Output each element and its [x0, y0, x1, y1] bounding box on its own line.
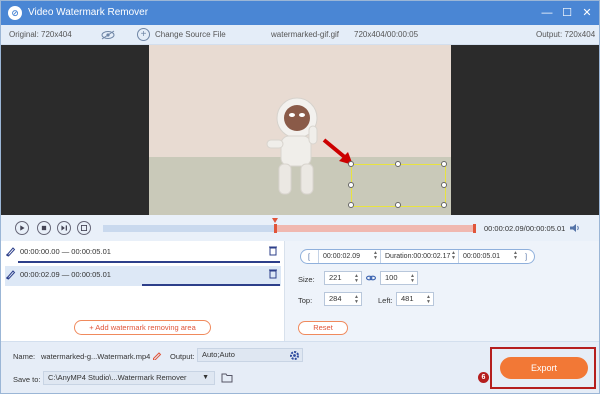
- output-resolution: Output: 720x404: [536, 30, 596, 39]
- clip-time-range: 00:00:00.00 — 00:00:05.01: [20, 247, 111, 256]
- original-resolution: Original: 720x404: [9, 30, 72, 39]
- footer-bar: Name: watermarked-g...Watermark.mp4 Outp…: [1, 341, 599, 393]
- name-label: Name:: [13, 352, 36, 361]
- range-close-bracket[interactable]: ]: [525, 252, 527, 261]
- spinner-arrows-icon[interactable]: ▲ ▼: [451, 251, 456, 261]
- next-frame-icon[interactable]: [57, 221, 71, 235]
- playhead-marker[interactable]: [272, 218, 278, 223]
- save-path-field[interactable]: C:\AnyMP4 Studio\...Watermark Remover ▼: [43, 371, 215, 385]
- start-time-value: 00:00:02.09: [323, 253, 360, 260]
- resize-handle[interactable]: [395, 161, 401, 167]
- brush-icon: [6, 270, 16, 280]
- chevron-down-icon[interactable]: ▼: [202, 372, 209, 384]
- minimize-button[interactable]: —: [539, 5, 555, 21]
- add-watermark-area-button[interactable]: + Add watermark removing area: [74, 320, 211, 335]
- watermark-selection-box[interactable]: [348, 161, 447, 208]
- height-value: 100: [385, 273, 398, 282]
- clip-progress-bar: [18, 261, 280, 263]
- spinner-arrows-icon[interactable]: ▲ ▼: [354, 295, 359, 305]
- source-filename: watermarked-gif.gif: [271, 30, 340, 39]
- output-format-field[interactable]: Auto;Auto: [197, 348, 303, 362]
- clip-progress-bar: [142, 284, 280, 286]
- width-input[interactable]: 221 ▲ ▼: [324, 271, 362, 285]
- delete-icon[interactable]: [268, 268, 278, 279]
- edit-name-icon[interactable]: [152, 350, 162, 360]
- video-preview: [1, 45, 599, 215]
- clip-item[interactable]: 00:00:02.09 — 00:00:05.01: [5, 266, 281, 286]
- spinner-arrows-icon[interactable]: ▲ ▼: [373, 251, 378, 261]
- folder-icon[interactable]: [221, 372, 233, 383]
- output-filename: watermarked-g...Watermark.mp4: [41, 352, 151, 361]
- save-path-value: C:\AnyMP4 Studio\...Watermark Remover: [48, 373, 187, 382]
- link-aspect-icon[interactable]: [366, 273, 376, 283]
- resize-handle[interactable]: [348, 202, 354, 208]
- resize-handle[interactable]: [441, 182, 447, 188]
- clip-item[interactable]: 00:00:00.00 — 00:00:05.01: [5, 243, 281, 263]
- time-range-control: [ 00:00:02.09 ▲ ▼ Duration:00:00:02.17 ▲ ▼ 0…: [300, 249, 535, 264]
- width-value: 221: [329, 273, 342, 282]
- add-source-icon[interactable]: +: [137, 28, 150, 41]
- brush-icon: [6, 247, 16, 257]
- settings-panel: [ 00:00:02.09 ▲ ▼ Duration:00:00:02.17 ▲ ▼ 0…: [286, 241, 599, 341]
- video-frame: [149, 45, 451, 215]
- volume-icon[interactable]: [569, 223, 581, 233]
- timeline-bar: 00:00:02.09/00:00:05.01: [1, 215, 599, 241]
- resize-handle[interactable]: [441, 202, 447, 208]
- end-time-input[interactable]: 00:00:05.01 ▲ ▼: [458, 250, 520, 263]
- size-label: Size:: [298, 275, 315, 284]
- resize-handle[interactable]: [441, 161, 447, 167]
- eye-toggle-icon[interactable]: [101, 30, 115, 40]
- top-value: 284: [329, 294, 342, 303]
- app-window: ⊘ Video Watermark Remover — ☐ ✕ Original…: [0, 0, 600, 394]
- top-input[interactable]: 284 ▲ ▼: [324, 292, 362, 306]
- stop-icon[interactable]: [37, 221, 51, 235]
- close-button[interactable]: ✕: [579, 5, 595, 21]
- left-label: Left:: [378, 296, 393, 305]
- delete-icon[interactable]: [268, 245, 278, 256]
- playback-time: 00:00:02.09/00:00:05.01: [484, 224, 566, 233]
- loop-icon[interactable]: [77, 221, 91, 235]
- export-button[interactable]: Export: [500, 357, 588, 379]
- add-watermark-area-label: Add watermark removing area: [95, 323, 196, 332]
- title-bar: ⊘ Video Watermark Remover — ☐ ✕: [1, 1, 599, 25]
- resize-handle[interactable]: [348, 161, 354, 167]
- output-format-value: Auto;Auto: [202, 350, 235, 359]
- range-start-handle[interactable]: [274, 224, 277, 233]
- end-time-value: 00:00:05.01: [463, 253, 500, 260]
- save-to-label: Save to:: [13, 375, 41, 384]
- left-input[interactable]: 481 ▲ ▼: [396, 292, 434, 306]
- maximize-button[interactable]: ☐: [559, 5, 575, 21]
- spinner-arrows-icon[interactable]: ▲ ▼: [513, 251, 518, 261]
- resize-handle[interactable]: [395, 202, 401, 208]
- clip-time-range: 00:00:02.09 — 00:00:05.01: [20, 270, 111, 279]
- selected-range[interactable]: [274, 224, 476, 233]
- duration-input[interactable]: Duration:00:00:02.17 ▲ ▼: [380, 250, 458, 263]
- change-source-link[interactable]: Change Source File: [155, 30, 226, 39]
- info-bar: Original: 720x404 + Change Source File w…: [1, 25, 599, 45]
- step-badge: 6: [478, 372, 489, 383]
- height-input[interactable]: 100 ▲ ▼: [380, 271, 418, 285]
- spinner-arrows-icon[interactable]: ▲ ▼: [354, 274, 359, 284]
- output-label: Output:: [170, 352, 195, 361]
- start-time-input[interactable]: 00:00:02.09 ▲ ▼: [318, 250, 380, 263]
- resize-handle[interactable]: [348, 182, 354, 188]
- app-title: Video Watermark Remover: [28, 7, 149, 18]
- gear-icon[interactable]: [289, 350, 300, 361]
- timeline-track[interactable]: [103, 224, 476, 233]
- export-highlight-frame: Export: [490, 347, 596, 389]
- play-icon[interactable]: [15, 221, 29, 235]
- duration-value: Duration:00:00:02.17: [385, 253, 451, 260]
- reset-button[interactable]: Reset: [298, 321, 348, 335]
- spinner-arrows-icon[interactable]: ▲ ▼: [426, 295, 431, 305]
- range-end-handle[interactable]: [473, 224, 476, 233]
- range-open-bracket[interactable]: [: [308, 252, 310, 261]
- app-logo-icon: ⊘: [8, 6, 22, 20]
- top-label: Top:: [298, 296, 313, 305]
- source-info: 720x404/00:00:05: [354, 30, 419, 39]
- spinner-arrows-icon[interactable]: ▲ ▼: [410, 274, 415, 284]
- left-value: 481: [401, 294, 414, 303]
